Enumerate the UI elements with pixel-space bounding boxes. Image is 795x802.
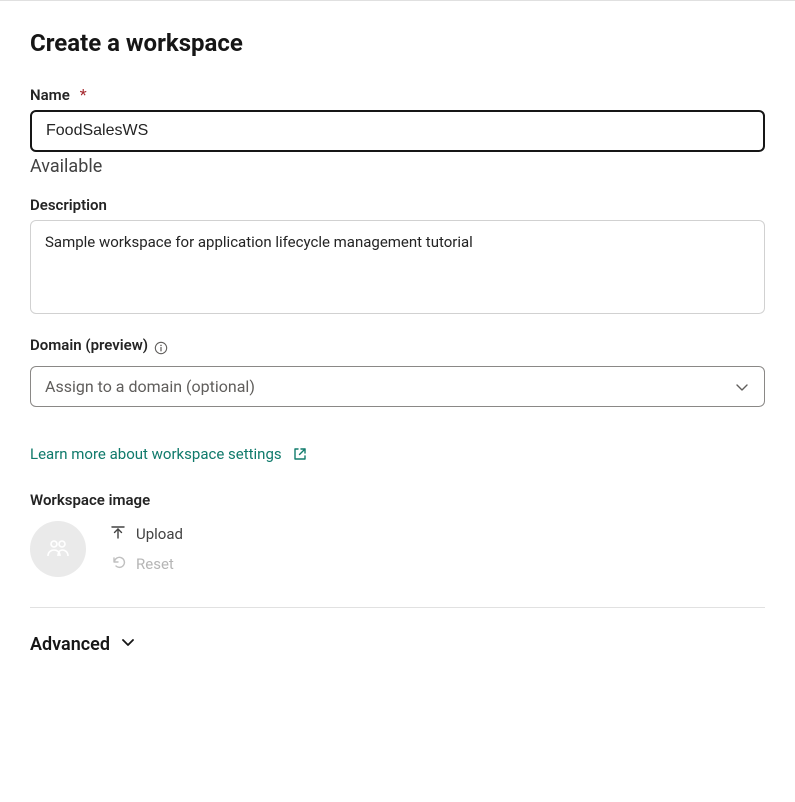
required-asterisk: * [80,85,87,104]
domain-label: Domain (preview) [30,336,148,354]
people-icon [43,534,73,564]
advanced-label: Advanced [30,634,110,655]
chevron-down-icon [734,379,750,395]
reset-button: Reset [110,554,183,574]
learn-more-text: Learn more about workspace settings [30,445,282,463]
description-input[interactable]: Sample workspace for application lifecyc… [30,220,765,314]
reset-label: Reset [136,555,174,573]
external-link-icon [292,446,308,462]
upload-label: Upload [136,525,183,543]
domain-placeholder: Assign to a domain (optional) [45,377,255,396]
learn-more-link[interactable]: Learn more about workspace settings [30,445,308,463]
description-label: Description [30,196,107,214]
reset-icon [110,554,126,574]
description-field-group: Description Sample workspace for applica… [30,195,765,318]
domain-dropdown[interactable]: Assign to a domain (optional) [30,366,765,407]
name-input[interactable] [30,110,765,152]
name-label: Name [30,86,70,104]
upload-icon [110,524,126,544]
info-icon[interactable] [154,341,168,355]
workspace-avatar-placeholder [30,521,86,577]
chevron-down-icon [120,634,136,655]
workspace-image-label: Workspace image [30,491,765,509]
upload-button[interactable]: Upload [110,524,183,544]
domain-field-group: Domain (preview) Assign to a domain (opt… [30,336,765,407]
divider [30,607,765,608]
workspace-image-section: Workspace image Upload [30,491,765,577]
advanced-toggle[interactable]: Advanced [30,634,136,655]
name-status: Available [30,156,765,177]
page-title: Create a workspace [30,29,765,57]
name-field-group: Name * Available [30,85,765,177]
